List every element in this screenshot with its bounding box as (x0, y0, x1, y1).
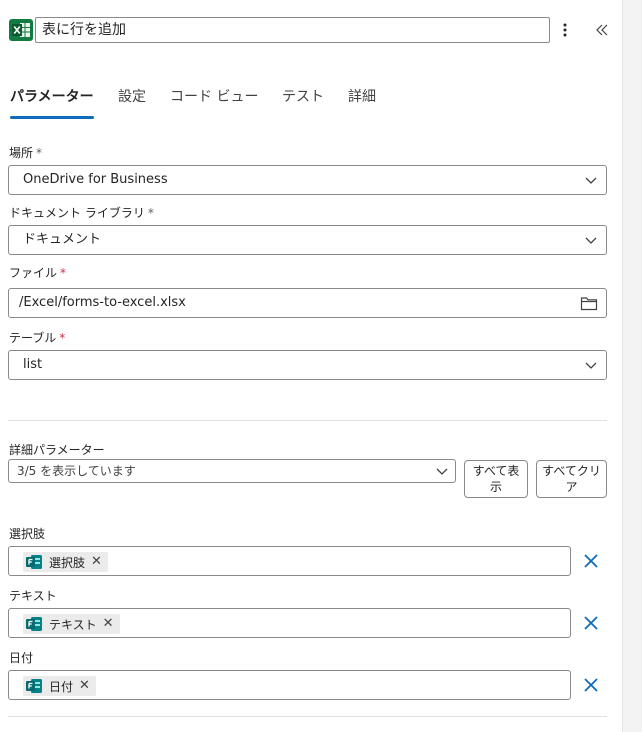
required-mark: * (36, 146, 43, 160)
folder-icon[interactable] (580, 295, 598, 311)
forms-icon (26, 617, 42, 631)
tab-test[interactable]: テスト (282, 87, 324, 107)
close-icon[interactable] (582, 676, 600, 694)
location-label-text: 場所 (9, 146, 34, 160)
token-label: テキスト (49, 617, 97, 632)
table-dropdown[interactable]: list (8, 350, 607, 380)
location-label: 場所 * (9, 145, 42, 161)
close-icon[interactable]: ✕ (91, 555, 102, 569)
more-button[interactable] (556, 18, 574, 42)
location-value: OneDrive for Business (23, 172, 168, 187)
close-icon[interactable] (582, 614, 600, 632)
table-label-text: テーブル (9, 331, 57, 345)
chevron-down-icon (585, 237, 597, 244)
file-input[interactable]: /Excel/forms-to-excel.xlsx (8, 288, 607, 318)
file-value: /Excel/forms-to-excel.xlsx (19, 295, 186, 310)
show-all-label: すべて表示 (472, 464, 520, 494)
clear-all-label: すべてクリア (542, 464, 601, 494)
tab-code-view[interactable]: コード ビュー (170, 87, 258, 107)
library-dropdown[interactable]: ドキュメント (8, 225, 607, 255)
excel-icon (9, 19, 33, 41)
action-panel: 表に行を追加 パラメーター 設定 コード ビュー テスト 詳細 場所 * OneD… (0, 0, 622, 732)
param-input-date[interactable]: 日付 ✕ (8, 670, 571, 700)
required-mark: * (147, 206, 154, 220)
forms-icon (26, 555, 42, 569)
active-tab-indicator (10, 116, 94, 119)
close-icon[interactable] (582, 552, 600, 570)
advanced-parameters-value: 3/5 を表示しています (17, 464, 136, 478)
chevron-down-icon (585, 177, 597, 184)
tab-settings[interactable]: 設定 (118, 87, 146, 107)
show-all-button[interactable]: すべて表示 (464, 460, 528, 498)
tab-parameters[interactable]: パラメーター (10, 87, 94, 107)
library-value: ドキュメント (23, 232, 102, 247)
required-mark: * (59, 331, 66, 345)
more-vertical-icon (563, 23, 567, 37)
library-label-text: ドキュメント ライブラリ (9, 206, 145, 220)
close-icon[interactable]: ✕ (79, 679, 90, 693)
collapse-panel-button[interactable] (592, 18, 612, 42)
advanced-parameters-dropdown[interactable]: 3/5 を表示しています (8, 459, 456, 483)
param-input-choice[interactable]: 選択肢 ✕ (8, 546, 571, 576)
dynamic-content-token[interactable]: 選択肢 ✕ (23, 552, 108, 572)
dynamic-content-token[interactable]: 日付 ✕ (23, 676, 96, 696)
dynamic-content-token[interactable]: テキスト ✕ (23, 614, 120, 634)
tab-details[interactable]: 詳細 (348, 87, 376, 107)
section-divider (8, 716, 607, 717)
file-label: ファイル * (9, 265, 66, 281)
forms-icon (26, 679, 42, 693)
advanced-parameters-label: 詳細パラメーター (9, 443, 105, 457)
token-label: 日付 (49, 679, 74, 694)
library-label: ドキュメント ライブラリ * (9, 205, 154, 221)
table-value: list (23, 357, 43, 372)
token-label: 選択肢 (49, 555, 86, 570)
location-dropdown[interactable]: OneDrive for Business (8, 165, 607, 195)
section-divider (8, 420, 607, 421)
chevron-down-icon (436, 468, 448, 475)
param-label-date: 日付 (9, 651, 34, 665)
chevron-down-icon (585, 362, 597, 369)
required-mark: * (60, 266, 67, 280)
panel-scroll-edge (622, 0, 642, 732)
double-chevron-left-icon (596, 24, 608, 36)
param-label-choice: 選択肢 (9, 527, 46, 541)
param-input-text[interactable]: テキスト ✕ (8, 608, 571, 638)
table-label: テーブル * (9, 330, 65, 346)
file-label-text: ファイル (9, 266, 58, 280)
clear-all-button[interactable]: すべてクリア (536, 460, 607, 498)
close-icon[interactable]: ✕ (103, 617, 114, 631)
action-title-input[interactable]: 表に行を追加 (35, 17, 550, 43)
param-label-text: テキスト (9, 589, 57, 603)
